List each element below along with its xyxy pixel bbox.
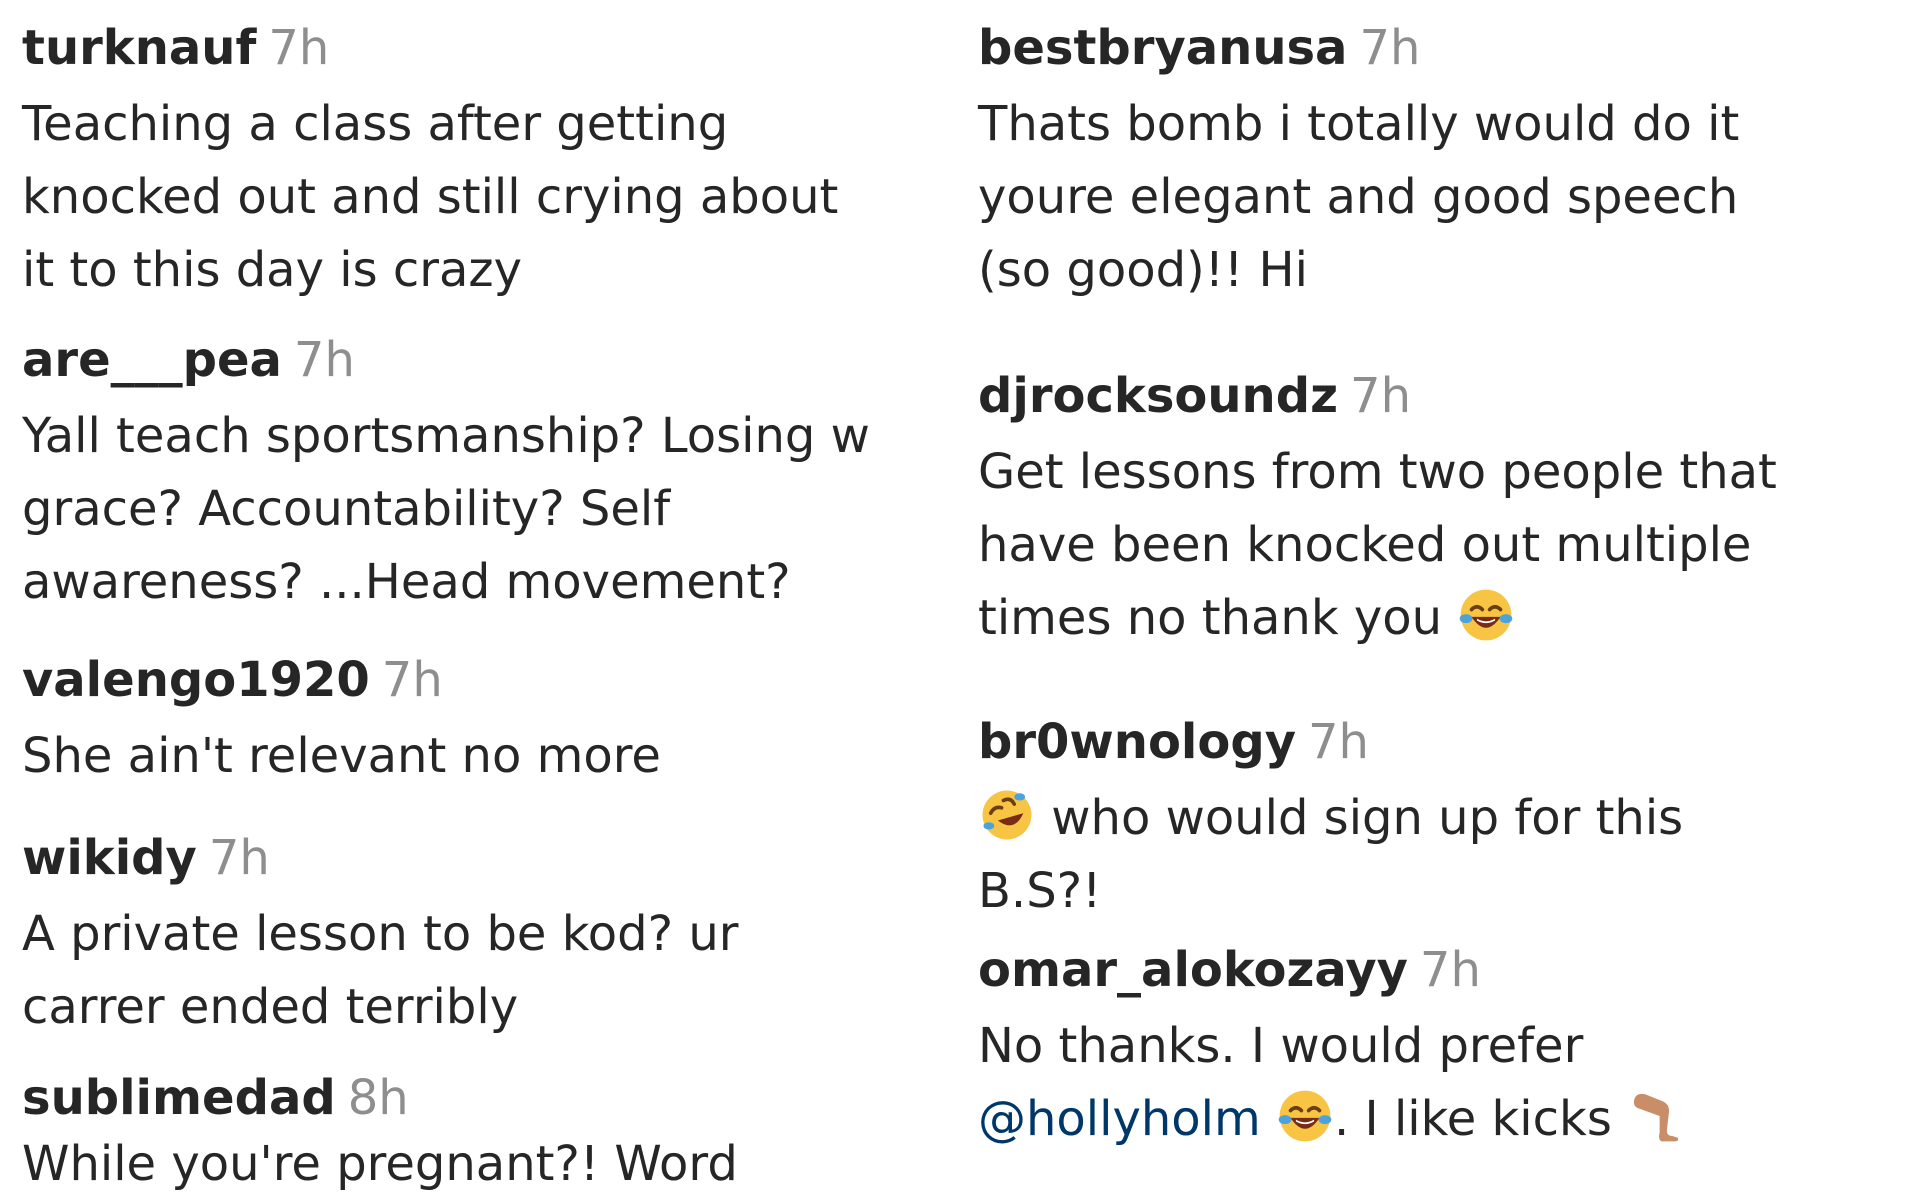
comment-header: djrocksoundz 7h [978,366,1878,426]
comment-timestamp[interactable]: 7h [209,830,270,886]
comment-line: Teaching a class after getting [22,96,729,152]
comment-username[interactable]: wikidy [22,830,197,886]
comment-username[interactable]: omar_alokozayy [978,942,1408,998]
comment-text: A private lesson to be kod? ur carrer en… [22,898,922,1044]
comment-line: No thanks. I would prefer [978,1018,1584,1074]
comment-sublimedad: sublimedad 8h While you're pregnant?! Wor… [22,1068,922,1201]
comment-text: who would sign up for this B.S?! [978,782,1878,928]
comment-line: @hollyholm . I like kicks [978,1083,1878,1156]
comment-username[interactable]: br0wnology [978,714,1296,770]
comment-text: Yall teach sportsmanship? Losing w grace… [22,400,922,619]
comment-line: have been knocked out multiple [978,517,1752,573]
comment-line: who would sign up for this [978,782,1878,855]
comment-line-text: times no thank you [978,590,1443,646]
comment-line: knocked out and still crying about [22,169,839,225]
rolling-laughing-icon [982,790,1032,840]
comment-line: Get lessons from two people that [978,444,1777,500]
comment-text: Teaching a class after getting knocked o… [22,88,922,307]
comment-timestamp[interactable]: 7h [1308,714,1369,770]
comment-turknauf: turknauf 7h Teaching a class after gettin… [22,18,922,307]
mention-link[interactable]: @hollyholm [978,1091,1261,1147]
comment-timestamp[interactable]: 7h [268,20,329,76]
comment-line: it to this day is crazy [22,242,522,298]
comment-username[interactable]: are___pea [22,332,282,388]
comment-omar_alokozayy: omar_alokozayy 7h No thanks. I would pref… [978,940,1878,1156]
comment-header: are___pea 7h [22,330,922,390]
comment-timestamp[interactable]: 7h [382,652,443,708]
comment-line: Yall teach sportsmanship? Losing w [22,408,870,464]
comment-header: turknauf 7h [22,18,922,78]
comment-line: While you're pregnant?! Word [22,1136,738,1192]
comment-line: carrer ended terribly [22,979,519,1035]
comment-line-text: . I like kicks [1334,1091,1612,1147]
comment-djrocksoundz: djrocksoundz 7h Get lessons from two peop… [978,366,1878,655]
comment-header: sublimedad 8h [22,1068,922,1128]
comment-line: Thats bomb i totally would do it [978,96,1740,152]
comment-text: While you're pregnant?! Word [22,1128,922,1201]
comment-header: wikidy 7h [22,828,922,888]
comment-timestamp[interactable]: 7h [1420,942,1481,998]
comment-line: A private lesson to be kod? ur [22,906,739,962]
laughing-tears-icon [1278,1090,1332,1142]
comment-timestamp[interactable]: 7h [294,332,355,388]
comment-bestbryanusa: bestbryanusa 7h Thats bomb i totally woul… [978,18,1878,307]
comment-username[interactable]: valengo1920 [22,652,370,708]
comment-username[interactable]: djrocksoundz [978,368,1338,424]
comment-line: times no thank you [978,582,1878,655]
comment-line-text: who would sign up for this [1051,790,1684,846]
comment-valengo1920: valengo1920 7h She ain't relevant no more [22,650,922,793]
laughing-tears-icon [1460,589,1513,641]
leg-icon [1633,1093,1679,1142]
comment-header: omar_alokozayy 7h [978,940,1878,1000]
comment-line: (so good)!! Hi [978,242,1308,298]
comment-username[interactable]: turknauf [22,20,256,76]
comment-header: br0wnology 7h [978,712,1878,772]
comment-line: grace? Accountability? Self [22,481,671,537]
comment-text: Get lessons from two people that have be… [978,436,1878,655]
comment-username[interactable]: bestbryanusa [978,20,1347,76]
comment-line: awareness? ...Head movement? [22,554,791,610]
comment-line: B.S?! [978,863,1102,919]
comment-timestamp[interactable]: 7h [1350,368,1411,424]
comment-text: Thats bomb i totally would do it youre e… [978,88,1878,307]
comment-header: valengo1920 7h [22,650,922,710]
comment-username[interactable]: sublimedad [22,1070,336,1126]
comment-line: youre elegant and good speech [978,169,1739,225]
comment-are___pea: are___pea 7h Yall teach sportsmanship? Lo… [22,330,922,619]
comment-line: She ain't relevant no more [22,728,661,784]
comment-text: No thanks. I would prefer @hollyholm . I… [978,1010,1878,1156]
comment-wikidy: wikidy 7h A private lesson to be kod? ur … [22,828,922,1044]
comment-header: bestbryanusa 7h [978,18,1878,78]
comment-br0wnology: br0wnology 7h who would sign up for this … [978,712,1878,928]
comment-timestamp[interactable]: 8h [348,1070,409,1126]
comment-timestamp[interactable]: 7h [1359,20,1420,76]
comment-text: She ain't relevant no more [22,720,922,793]
